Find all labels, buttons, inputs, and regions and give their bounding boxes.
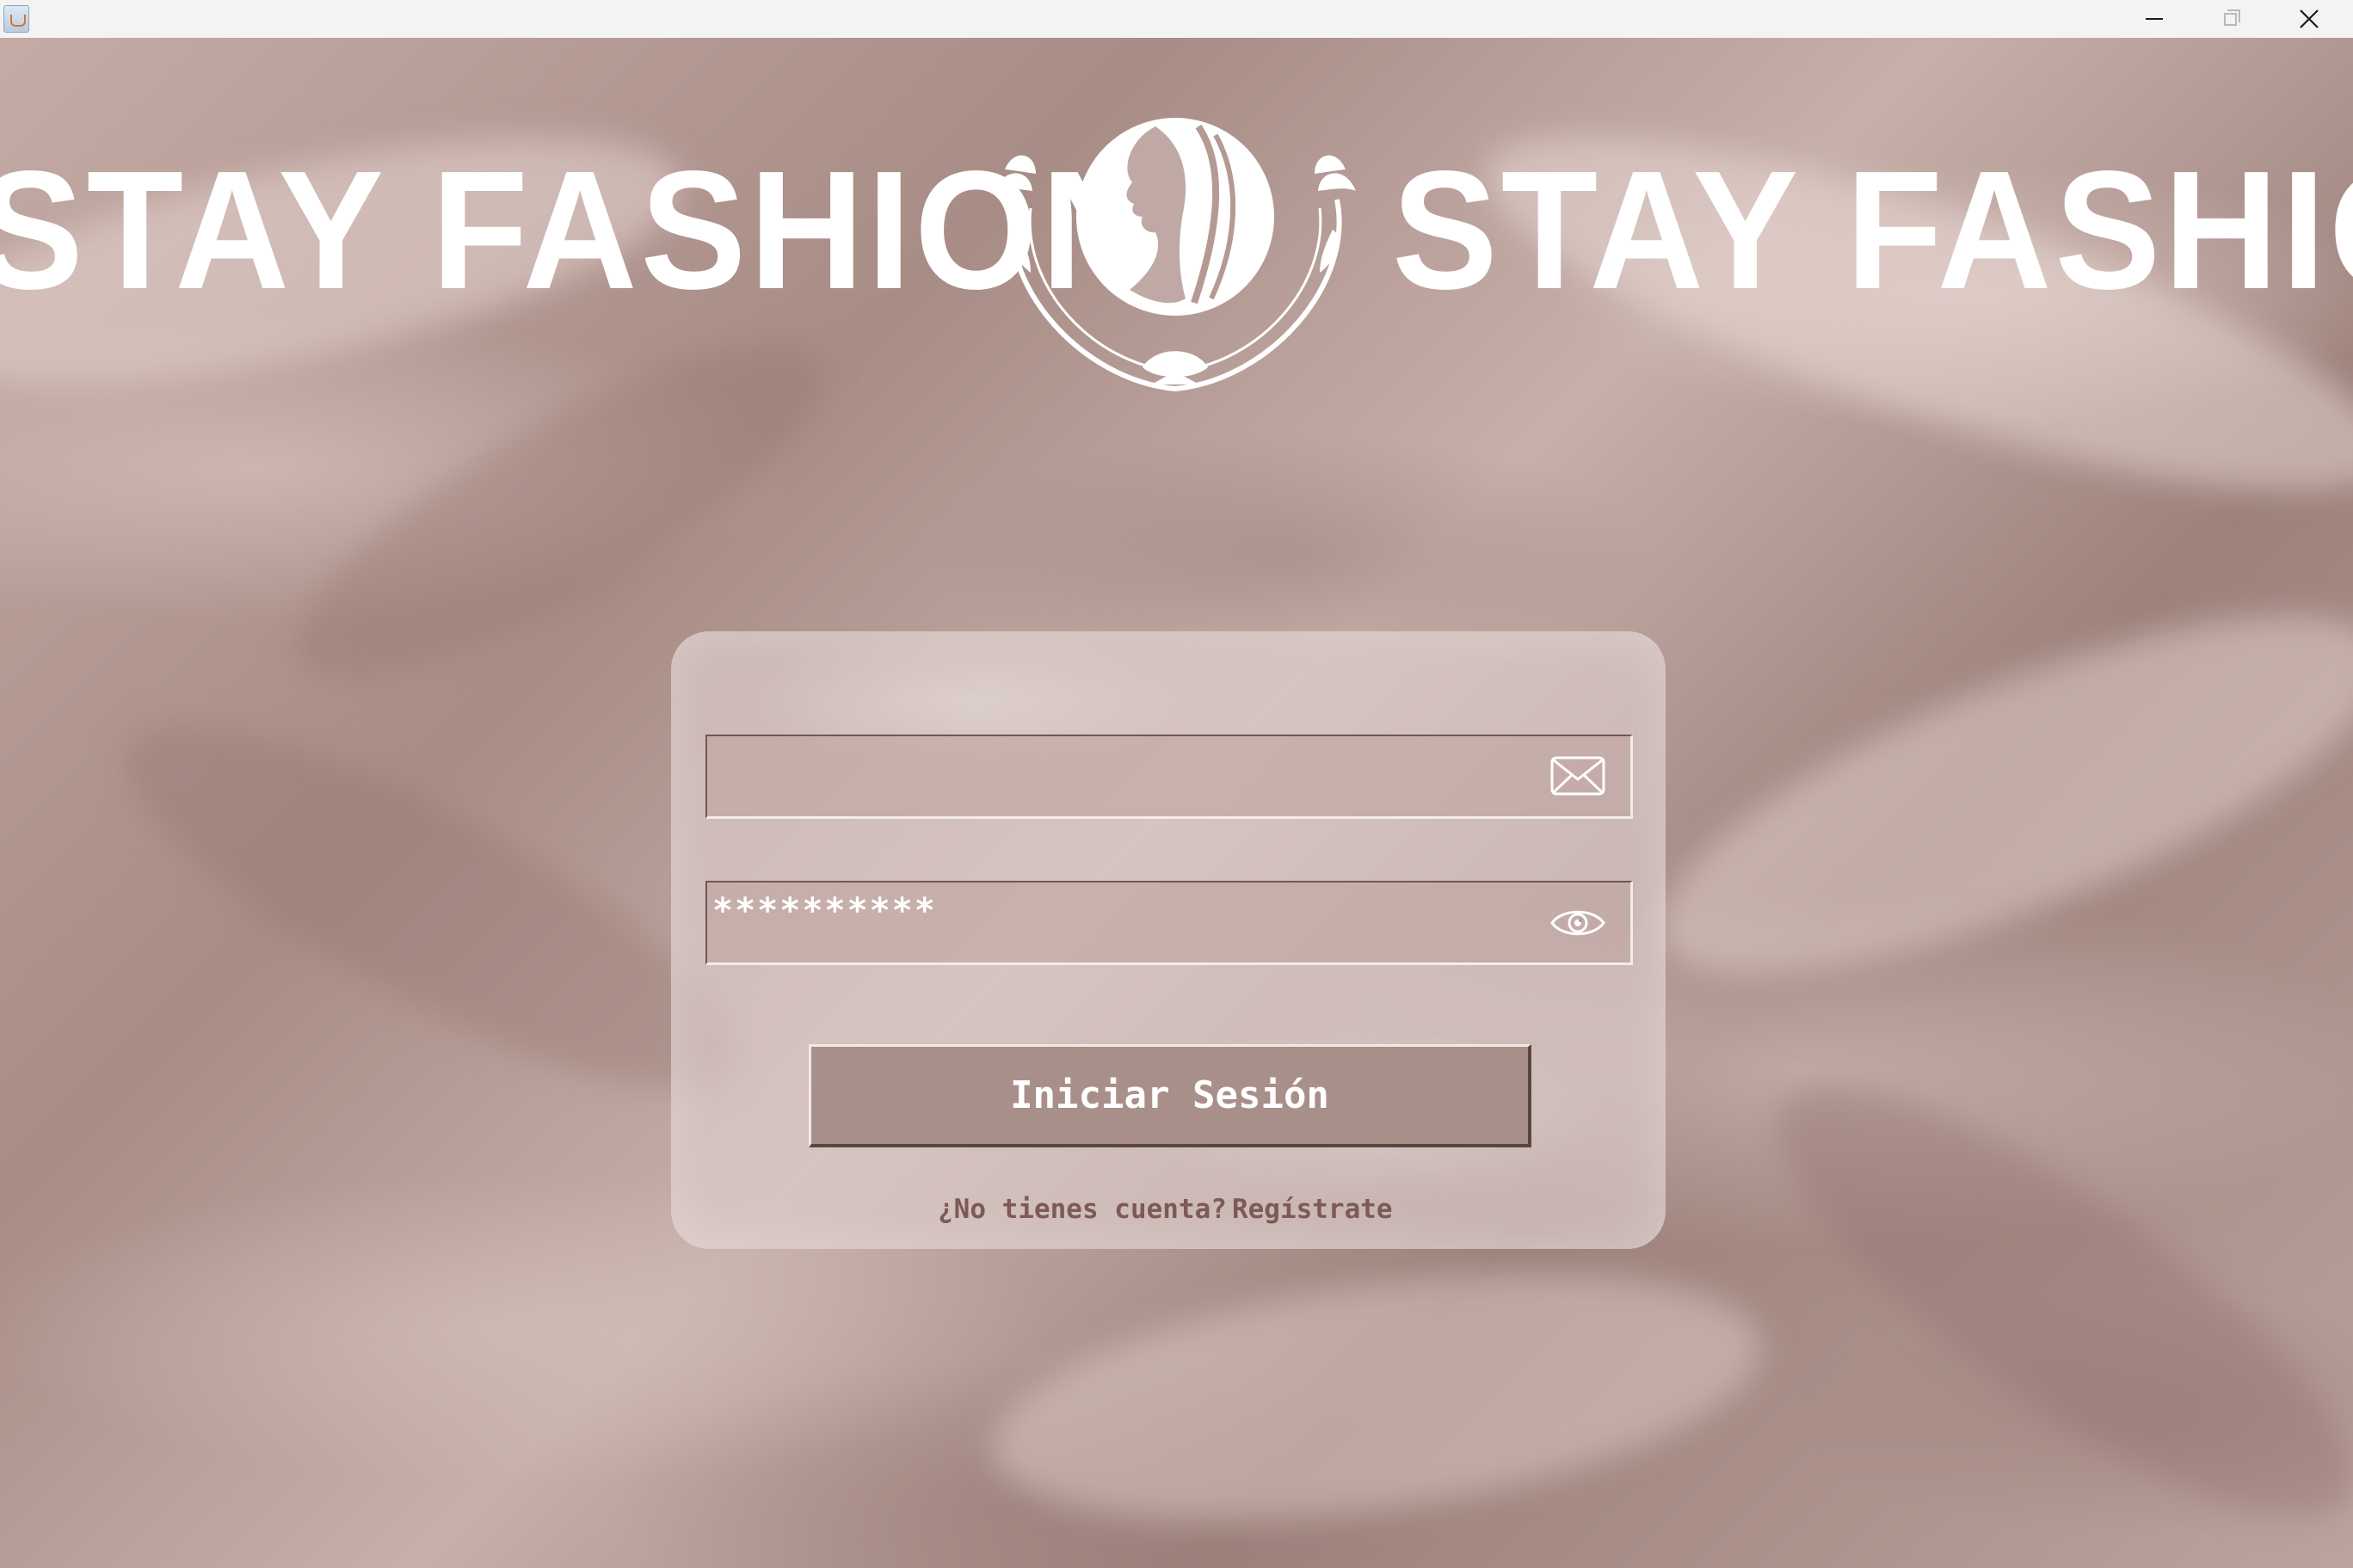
login-button[interactable]: Iniciar Sesión: [809, 1044, 1531, 1147]
app-window: STAY FASHION STAY FASHION: [0, 0, 2353, 1568]
email-input[interactable]: [707, 736, 1533, 816]
minimize-button[interactable]: [2116, 0, 2192, 38]
maximize-button[interactable]: [2192, 0, 2268, 38]
register-prompt: ¿No tienes cuenta?: [938, 1194, 1227, 1225]
title-bar: [0, 0, 2353, 39]
register-link[interactable]: Regístrate: [1232, 1194, 1393, 1225]
brand-title-right: STAY FASHION: [1392, 136, 2353, 324]
close-button[interactable]: [2271, 0, 2347, 38]
login-card: ********** Iniciar Sesión ¿No tienes cue…: [671, 631, 1666, 1249]
eye-icon[interactable]: [1549, 900, 1606, 944]
close-icon: [2300, 9, 2319, 28]
email-field[interactable]: [705, 735, 1633, 819]
minimize-icon: [2146, 18, 2163, 20]
password-field[interactable]: **********: [705, 881, 1633, 965]
maximize-icon: [2223, 9, 2240, 26]
woman-profile-laurel-logo: [995, 118, 1356, 392]
java-app-icon[interactable]: [3, 5, 29, 33]
envelope-icon[interactable]: [1549, 753, 1606, 798]
register-line: ¿No tienes cuenta? Regístrate: [938, 1194, 1393, 1225]
password-masked-value: **********: [712, 891, 937, 931]
